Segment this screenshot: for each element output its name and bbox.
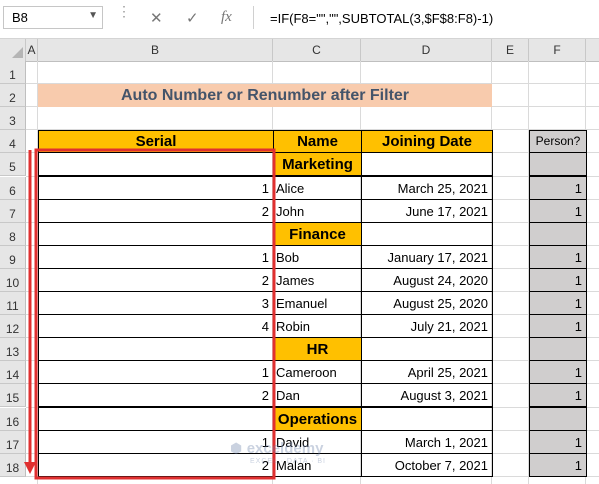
- highlight-box: [34, 148, 276, 480]
- watermark-brand: exceldemy: [246, 440, 324, 457]
- watermark: ⬢ exceldemy EXCEL · DATA · BI: [230, 440, 326, 465]
- annotation-overlay: [24, 148, 276, 480]
- down-arrow-icon: [24, 462, 36, 474]
- watermark-tagline: EXCEL · DATA · BI: [250, 458, 326, 465]
- logo-icon: ⬢: [230, 440, 243, 456]
